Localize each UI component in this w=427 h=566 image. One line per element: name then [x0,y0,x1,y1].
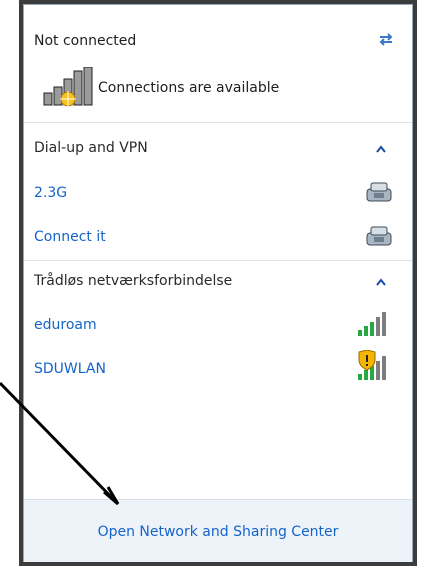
section-header-dialup: Dial-up and VPN [34,140,148,156]
connection-status-title: Not connected [34,33,137,49]
network-item-2-3g[interactable]: 2.3G [34,185,67,201]
section-header-wireless: Trådløs netværksforbindelse [34,273,233,289]
wifi-signal-shield-icon [356,349,390,384]
section-divider [24,122,412,123]
network-item-sduwlan[interactable]: SDUWLAN [34,361,106,377]
section-divider [24,260,412,261]
dialup-connection-icon [364,221,394,249]
open-network-sharing-center-link[interactable]: Open Network and Sharing Center [24,524,412,540]
refresh-icon[interactable] [378,31,394,47]
connections-available-text: Connections are available [98,80,280,96]
chevron-up-icon[interactable] [376,278,386,286]
chevron-up-icon[interactable] [376,145,386,153]
network-item-connect-it[interactable]: Connect it [34,229,106,245]
network-item-eduroam[interactable]: eduroam [34,317,97,333]
wifi-signal-icon [356,308,390,338]
network-available-icon [42,66,94,107]
flyout-footer: Open Network and Sharing Center [24,499,412,562]
dialup-connection-icon [364,177,394,205]
network-flyout: Not connected Connections are available … [23,4,413,562]
